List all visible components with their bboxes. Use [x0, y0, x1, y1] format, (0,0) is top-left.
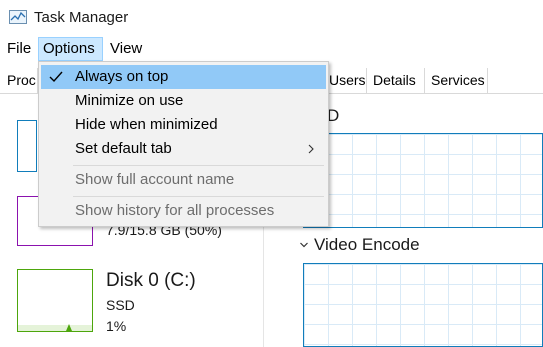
disk-type: SSD	[106, 297, 135, 313]
tab-details[interactable]: Details	[367, 68, 425, 93]
menu-item-hide-when-minimized[interactable]: Hide when minimized	[41, 113, 326, 137]
menu-item-label: Always on top	[75, 68, 169, 85]
window-title: Task Manager	[34, 9, 129, 26]
menu-item-label: Show full account name	[75, 171, 235, 188]
menu-item-label: Set default tab	[75, 140, 172, 157]
menu-item-show-history: Show history for all processes	[41, 199, 326, 223]
menu-item-show-full-account-name: Show full account name	[41, 168, 326, 192]
menu-item-label: Hide when minimized	[75, 116, 218, 133]
options-menu: Always on top Minimize on use Hide when …	[38, 61, 329, 227]
title-bar: Task Manager	[0, 0, 543, 36]
menu-item-minimize-on-use[interactable]: Minimize on use	[41, 89, 326, 113]
task-manager-icon	[9, 10, 27, 24]
menu-view[interactable]: View	[106, 37, 146, 61]
menu-options[interactable]: Options	[38, 37, 103, 61]
menu-item-set-default-tab[interactable]: Set default tab	[41, 137, 326, 161]
cpu-thumbnail[interactable]	[17, 120, 37, 172]
video-encode-graph	[303, 263, 543, 347]
menu-item-label: Minimize on use	[75, 92, 184, 109]
chevron-right-icon	[308, 144, 314, 154]
menu-bar: File Options View	[0, 37, 543, 61]
menu-file[interactable]: File	[3, 37, 35, 61]
disk-thumbnail[interactable]	[17, 269, 93, 332]
disk-activity-spike	[66, 324, 72, 331]
gpu-graph	[303, 133, 543, 228]
disk-name: Disk 0 (C:)	[106, 270, 196, 291]
disk-graph-fill	[18, 325, 92, 331]
menu-item-always-on-top[interactable]: Always on top	[41, 65, 326, 89]
video-encode-title: Video Encode	[314, 235, 420, 254]
tab-services[interactable]: Services	[425, 68, 488, 93]
menu-separator	[73, 196, 324, 197]
checkmark-icon	[49, 71, 63, 83]
tab-users[interactable]: Users	[323, 68, 367, 93]
menu-separator	[73, 165, 324, 166]
tab-processes[interactable]: Proc	[0, 68, 38, 93]
disk-usage: 1%	[106, 318, 127, 334]
chevron-down-icon[interactable]	[300, 241, 308, 249]
menu-item-label: Show history for all processes	[75, 202, 275, 219]
